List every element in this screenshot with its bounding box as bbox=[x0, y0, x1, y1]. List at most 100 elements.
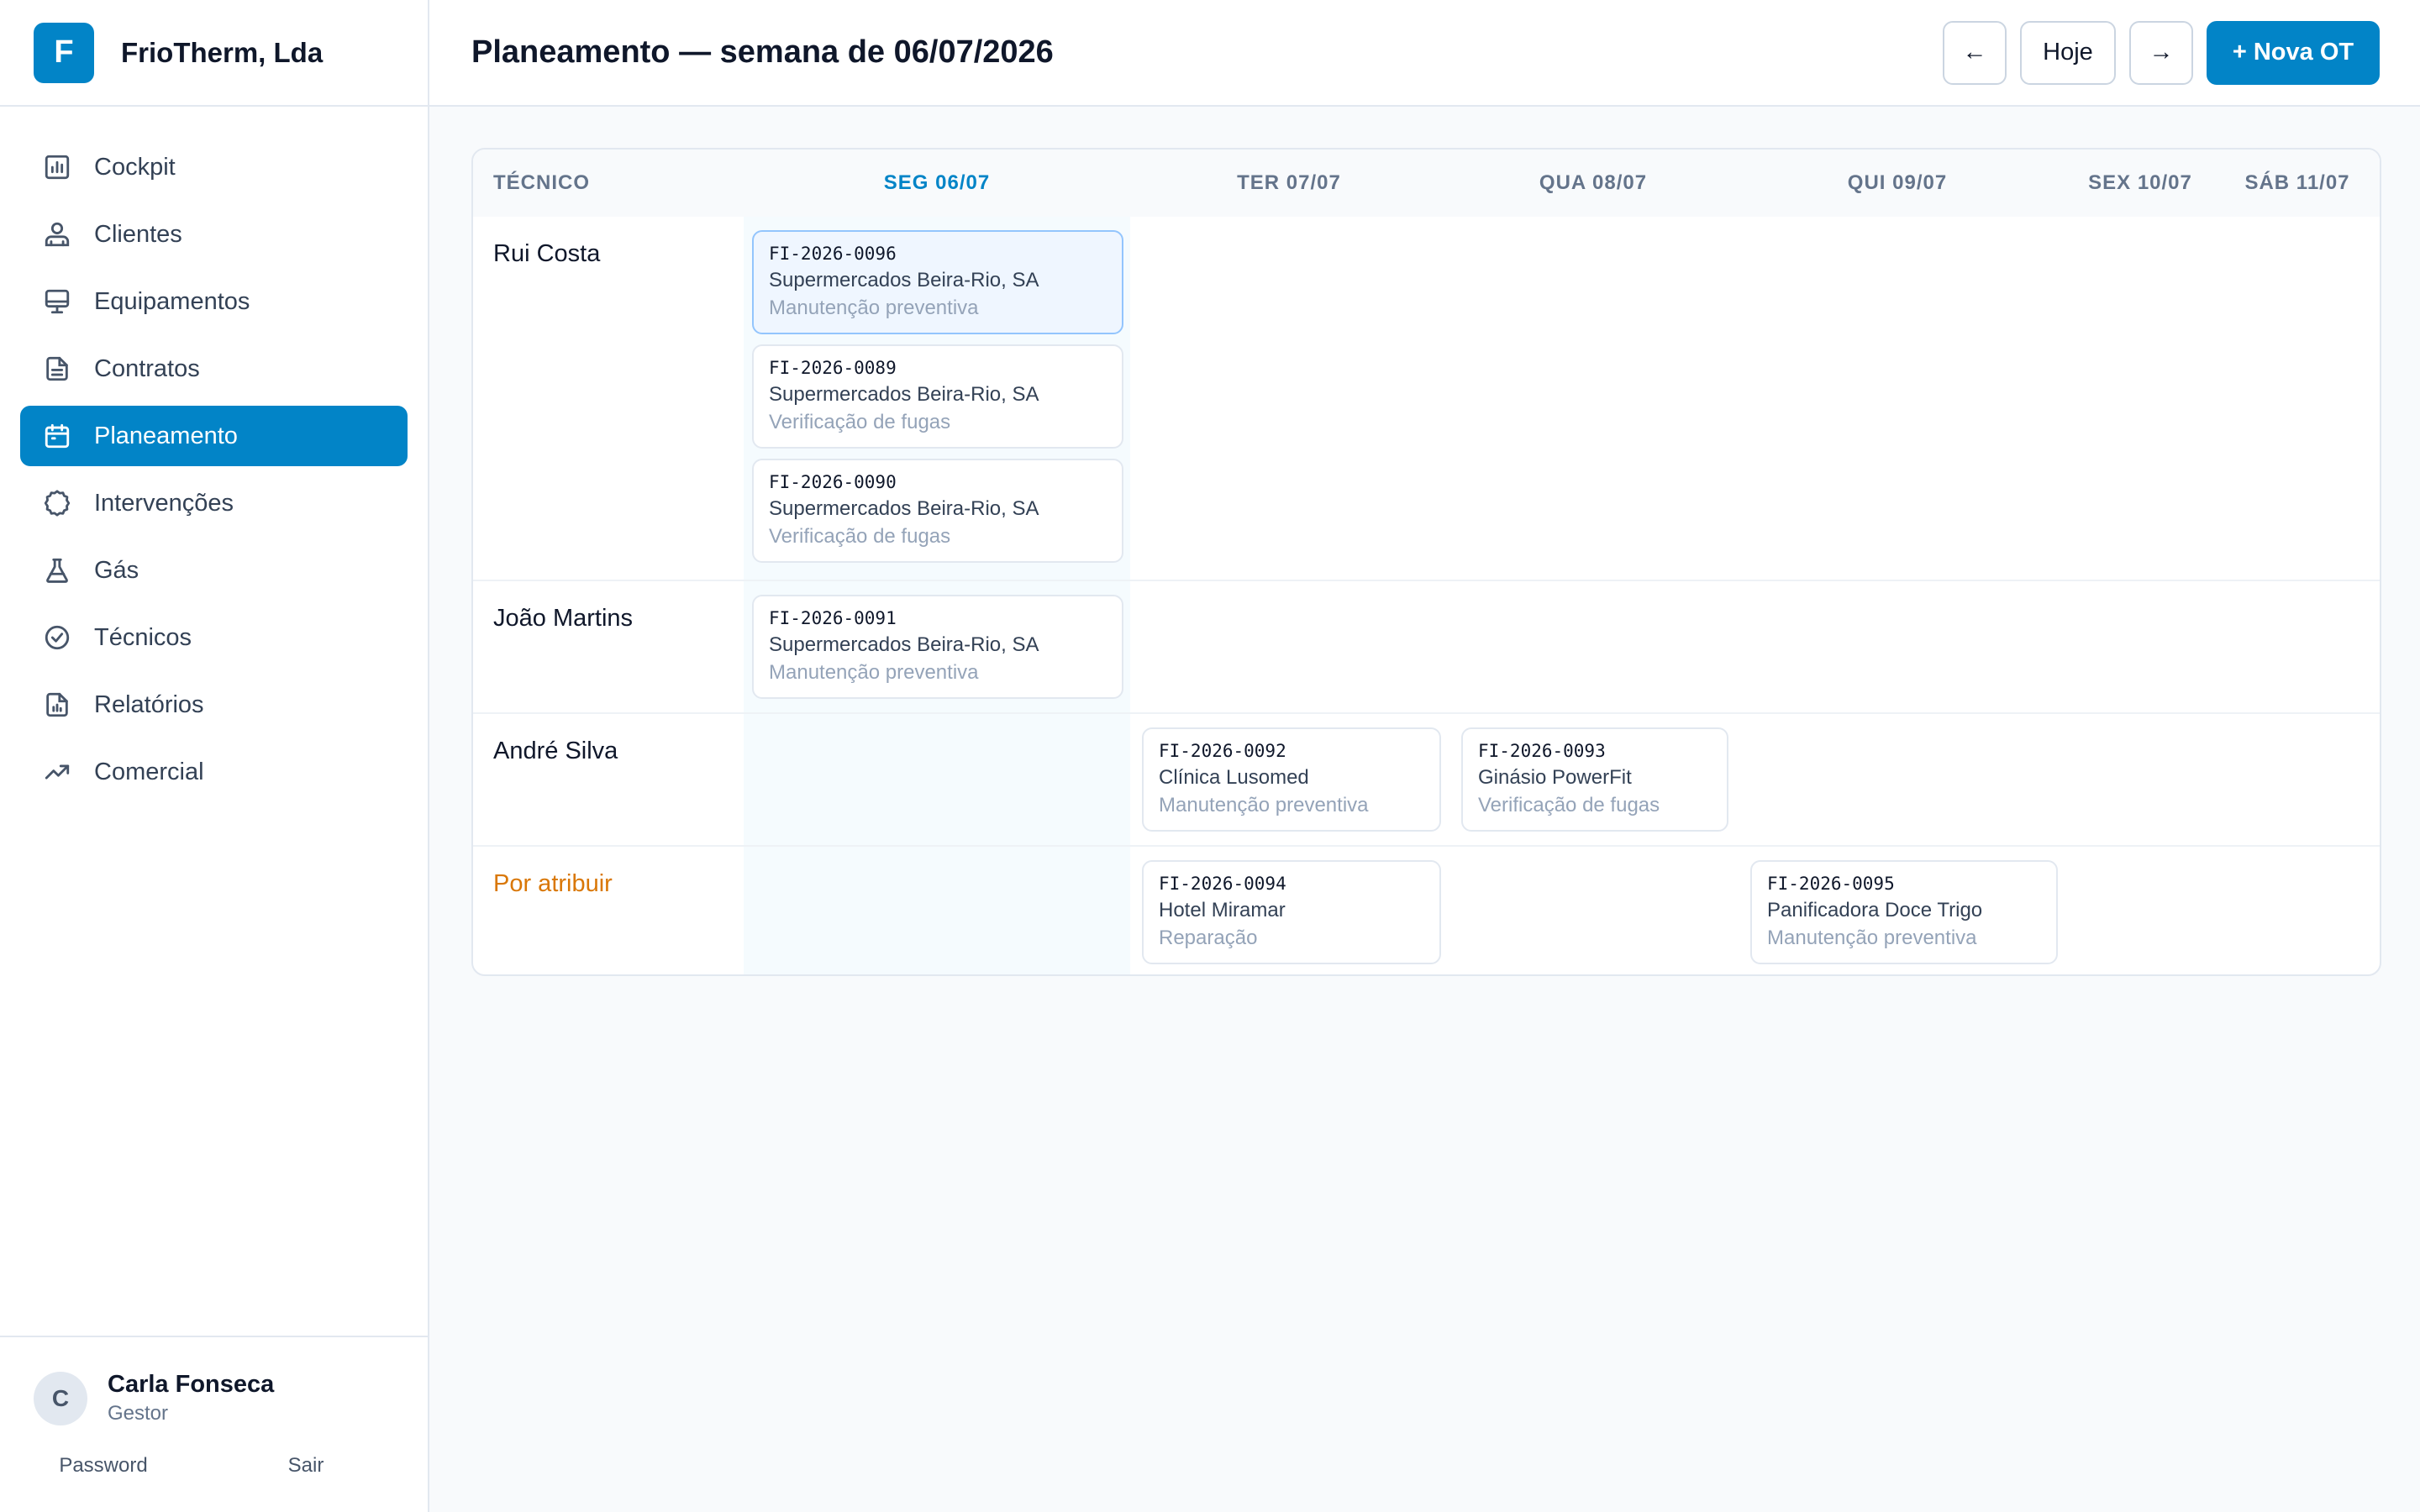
column-header-day: SEX 10/07 bbox=[2088, 171, 2192, 194]
calendar-icon bbox=[40, 419, 74, 453]
work-order-card[interactable]: FI-2026-0091 Supermercados Beira-Rio, SA… bbox=[752, 595, 1123, 699]
main-content: Planeamento — semana de 06/07/2026 ← Hoj… bbox=[429, 0, 2420, 1512]
work-order-card[interactable]: FI-2026-0092 Clínica Lusomed Manutenção … bbox=[1142, 727, 1441, 832]
work-order-type: Manutenção preventiva bbox=[1159, 794, 1369, 816]
sidebar-item-equipamentos[interactable]: Equipamentos bbox=[20, 271, 408, 332]
work-order-code: FI-2026-0093 bbox=[1478, 741, 1606, 761]
sidebar-item-label: Relatórios bbox=[94, 690, 204, 718]
sidebar-item-label: Comercial bbox=[94, 758, 204, 785]
today-button[interactable]: Hoje bbox=[2020, 20, 2116, 85]
work-order-type: Verificação de fugas bbox=[1478, 794, 1660, 816]
password-link[interactable]: Password bbox=[34, 1454, 173, 1478]
work-order-code: FI-2026-0090 bbox=[769, 472, 897, 492]
gear-icon bbox=[40, 486, 74, 520]
app: F FrioTherm, Lda Cockpit Clientes Equipa… bbox=[0, 0, 2420, 1512]
next-week-button[interactable]: → bbox=[2129, 20, 2193, 85]
sidebar-item-label: Técnicos bbox=[94, 623, 192, 651]
user-profile: C Carla Fonseca Gestor bbox=[34, 1371, 394, 1425]
sidebar-item-clientes[interactable]: Clientes bbox=[20, 204, 408, 265]
work-order-client: Supermercados Beira-Rio, SA bbox=[769, 497, 1039, 520]
sidebar-item-label: Clientes bbox=[94, 220, 182, 248]
technician-name: André Silva bbox=[493, 738, 618, 764]
check-circle-icon bbox=[40, 621, 74, 654]
monitor-icon bbox=[40, 285, 74, 318]
work-order-code: FI-2026-0095 bbox=[1767, 874, 1895, 894]
column-header-technician: TÉCNICO bbox=[493, 171, 590, 194]
work-order-client: Supermercados Beira-Rio, SA bbox=[769, 269, 1039, 291]
work-order-code: FI-2026-0089 bbox=[769, 358, 897, 378]
work-order-card[interactable]: FI-2026-0089 Supermercados Beira-Rio, SA… bbox=[752, 344, 1123, 449]
sidebar-item-label: Intervenções bbox=[94, 489, 234, 517]
work-order-client: Supermercados Beira-Rio, SA bbox=[769, 633, 1039, 656]
user-info: Carla Fonseca Gestor bbox=[108, 1371, 274, 1425]
flask-icon bbox=[40, 554, 74, 587]
work-order-card[interactable]: FI-2026-0090 Supermercados Beira-Rio, SA… bbox=[752, 459, 1123, 563]
work-order-card[interactable]: FI-2026-0096 Supermercados Beira-Rio, SA… bbox=[752, 230, 1123, 334]
work-order-type: Manutenção preventiva bbox=[769, 661, 979, 684]
chart-icon bbox=[40, 150, 74, 184]
work-order-client: Ginásio PowerFit bbox=[1478, 766, 1632, 789]
work-order-card[interactable]: FI-2026-0093 Ginásio PowerFit Verificaçã… bbox=[1461, 727, 1728, 832]
brand: F FrioTherm, Lda bbox=[0, 0, 428, 107]
user-role: Gestor bbox=[108, 1402, 169, 1425]
page-title: Planeamento — semana de 06/07/2026 bbox=[471, 34, 1054, 70]
sidebar-item-planeamento[interactable]: Planeamento bbox=[20, 406, 408, 466]
sidebar-item-tecnicos[interactable]: Técnicos bbox=[20, 607, 408, 668]
trending-icon bbox=[40, 755, 74, 789]
planning-board: TÉCNICO SEG 06/07 TER 07/07 QUA 08/07 QU… bbox=[471, 148, 2381, 976]
board-header: TÉCNICO SEG 06/07 TER 07/07 QUA 08/07 QU… bbox=[473, 150, 2380, 217]
work-order-card[interactable]: FI-2026-0095 Panificadora Doce Trigo Man… bbox=[1750, 860, 2058, 964]
work-order-type: Verificação de fugas bbox=[769, 525, 951, 548]
work-order-client: Clínica Lusomed bbox=[1159, 766, 1309, 789]
sidebar-item-relatorios[interactable]: Relatórios bbox=[20, 675, 408, 735]
sidebar-item-intervencoes[interactable]: Intervenções bbox=[20, 473, 408, 533]
brand-name: FrioTherm, Lda bbox=[121, 36, 324, 68]
column-header-day: QUA 08/07 bbox=[1539, 171, 1648, 194]
work-order-code: FI-2026-0096 bbox=[769, 244, 897, 264]
work-order-client: Panificadora Doce Trigo bbox=[1767, 899, 1983, 921]
column-header-day: QUI 09/07 bbox=[1847, 171, 1948, 194]
sidebar-item-label: Cockpit bbox=[94, 153, 176, 181]
column-header-day: SÁB 11/07 bbox=[2244, 171, 2350, 194]
technician-name-unassigned: Por atribuir bbox=[493, 870, 613, 897]
work-order-card[interactable]: FI-2026-0094 Hotel Miramar Reparação bbox=[1142, 860, 1441, 964]
technician-name: João Martins bbox=[493, 605, 634, 632]
sidebar-item-gas[interactable]: Gás bbox=[20, 540, 408, 601]
technician-row: André Silva FI-2026-0092 Clínica Lusomed… bbox=[473, 712, 2380, 845]
technician-row: Por atribuir FI-2026-0094 Hotel Miramar … bbox=[473, 845, 2380, 974]
sidebar-item-cockpit[interactable]: Cockpit bbox=[20, 137, 408, 197]
column-header-day: SEG 06/07 bbox=[883, 171, 991, 194]
work-order-code: FI-2026-0094 bbox=[1159, 874, 1286, 894]
sidebar-item-label: Planeamento bbox=[94, 422, 238, 449]
user-name: Carla Fonseca bbox=[108, 1371, 275, 1398]
sidebar-item-contratos[interactable]: Contratos bbox=[20, 339, 408, 399]
prev-week-button[interactable]: ← bbox=[1943, 20, 2007, 85]
column-header-day: TER 07/07 bbox=[1237, 171, 1341, 194]
work-order-code: FI-2026-0091 bbox=[769, 608, 897, 628]
document-icon bbox=[40, 352, 74, 386]
footer-links: Password Sair bbox=[34, 1454, 394, 1478]
new-work-order-button[interactable]: + Nova OT bbox=[2207, 20, 2380, 85]
brand-logo: F bbox=[34, 22, 94, 83]
work-order-type: Verificação de fugas bbox=[769, 411, 951, 433]
logout-link[interactable]: Sair bbox=[255, 1454, 356, 1478]
report-icon bbox=[40, 688, 74, 722]
sidebar-footer: C Carla Fonseca Gestor Password Sair bbox=[0, 1336, 428, 1512]
work-order-type: Manutenção preventiva bbox=[769, 297, 979, 319]
work-order-type: Reparação bbox=[1159, 927, 1258, 949]
work-order-client: Hotel Miramar bbox=[1159, 899, 1286, 921]
sidebar: F FrioTherm, Lda Cockpit Clientes Equipa… bbox=[0, 0, 429, 1512]
sidebar-item-label: Contratos bbox=[94, 354, 200, 382]
sidebar-item-comercial[interactable]: Comercial bbox=[20, 742, 408, 802]
technician-name: Rui Costa bbox=[493, 240, 601, 267]
sidebar-item-label: Equipamentos bbox=[94, 287, 250, 315]
sidebar-nav: Cockpit Clientes Equipamentos Contratos bbox=[0, 107, 428, 802]
sidebar-item-label: Gás bbox=[94, 556, 139, 584]
technician-row: Rui Costa FI-2026-0096 Supermercados Bei… bbox=[473, 217, 2380, 580]
avatar: C bbox=[34, 1371, 87, 1425]
work-order-code: FI-2026-0092 bbox=[1159, 741, 1286, 761]
work-order-client: Supermercados Beira-Rio, SA bbox=[769, 383, 1039, 406]
topbar: Planeamento — semana de 06/07/2026 ← Hoj… bbox=[429, 0, 2420, 107]
work-order-type: Manutenção preventiva bbox=[1767, 927, 1977, 949]
technician-row: João Martins FI-2026-0091 Supermercados … bbox=[473, 580, 2380, 712]
